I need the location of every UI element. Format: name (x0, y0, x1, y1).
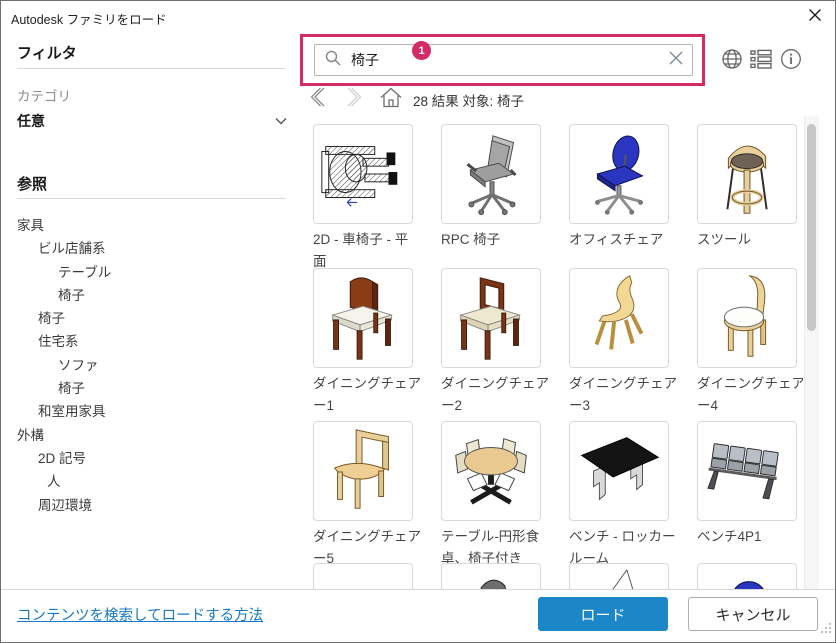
tree-item-hito[interactable]: 人 (1, 470, 301, 493)
family-card-label: 2D - 車椅子 - 平面 (313, 232, 409, 269)
cancel-button[interactable]: キャンセル (688, 597, 818, 631)
load-button[interactable]: ロード (538, 597, 668, 631)
family-card-dining-5[interactable]: ダイニングチェアー5 (313, 421, 421, 570)
home-icon (380, 87, 402, 113)
tree-item-table[interactable]: テーブル (1, 261, 301, 284)
resize-grip-icon[interactable] (820, 621, 832, 639)
back-button[interactable] (309, 87, 326, 112)
results-grid: 2D - 車椅子 - 平面 RPC 椅子 オフィスチェア スツール ダイニングチ… (306, 116, 803, 589)
forward-button[interactable] (346, 87, 363, 112)
filter-header: フィルタ (17, 45, 77, 62)
chevron-right-icon (346, 87, 363, 112)
family-card-bench-locker[interactable]: ベンチ - ロッカールーム (569, 421, 676, 570)
category-label: カテゴリ (17, 89, 71, 104)
globe-icon (720, 47, 744, 76)
chevron-down-icon (275, 112, 287, 130)
help-link[interactable]: コンテンツを検索してロードする方法 (17, 604, 263, 625)
family-card-dining-2[interactable]: ダイニングチェアー2 (441, 268, 549, 417)
tree-item-gaikou[interactable]: 外構 (1, 424, 301, 447)
family-card-office-chair[interactable]: オフィスチェア (569, 124, 669, 273)
search-input[interactable] (349, 51, 669, 69)
tree-item-washitsu[interactable]: 和室用家具 (1, 400, 301, 423)
family-card-label: ベンチ4P1 (697, 529, 762, 544)
family-card-stool[interactable]: スツール (697, 124, 797, 273)
thumb-dining-chair-5 (313, 421, 413, 521)
divider (17, 198, 286, 199)
tree-item-isu-3[interactable]: 椅子 (1, 377, 301, 400)
thumb-bar-stool (697, 124, 797, 224)
thumb-blue-office-chair (569, 124, 669, 224)
tree-item-sofa[interactable]: ソファ (1, 354, 301, 377)
thumb-dining-chair-2 (441, 268, 541, 368)
family-card-label: ダイニングチェアー2 (441, 376, 549, 413)
tree-item-shuhen[interactable]: 周辺環境 (1, 494, 301, 517)
close-icon (808, 8, 822, 27)
close-button[interactable] (803, 5, 827, 29)
thumb-bench-4p1 (697, 421, 797, 521)
family-card-partial-1[interactable] (313, 563, 413, 589)
footer-divider (1, 589, 835, 590)
thumb-wheelchair-2d-plan (313, 124, 413, 224)
family-card-label: ダイニングチェアー3 (569, 376, 677, 413)
tree-item-kagu[interactable]: 家具 (1, 214, 301, 237)
category-tree: 家具 ビル店舗系 テーブル 椅子 椅子 住宅系 ソファ 椅子 和室用家具 外構 … (1, 214, 301, 517)
info-icon (780, 48, 802, 75)
tree-item-isu-2[interactable]: 椅子 (1, 307, 301, 330)
results-summary: 28 結果 対象: 椅子 (413, 94, 525, 109)
thumb-partial-blue-chair (697, 563, 797, 589)
family-card-partial-3[interactable] (569, 563, 669, 589)
family-card-label: ダイニングチェアー1 (313, 376, 421, 413)
family-card-round-table[interactable]: テーブル-円形食卓、椅子付き (441, 421, 541, 570)
list-view-icon (750, 49, 772, 74)
thumb-partial-gray-chair (441, 563, 541, 589)
search-box[interactable] (314, 44, 693, 76)
family-card-partial-2[interactable] (441, 563, 541, 589)
annotation-badge: 1 (412, 41, 431, 60)
family-card-dining-4[interactable]: ダイニングチェアー4 (697, 268, 803, 417)
dialog-title: Autodesk ファミリをロード (11, 13, 167, 27)
thumb-partial-wireframe (569, 563, 669, 589)
thumb-rpc-office-chair (441, 124, 541, 224)
family-card-label: スツール (697, 232, 751, 247)
family-card-label: ダイニングチェアー4 (697, 376, 803, 413)
thumb-partial-blank (313, 563, 413, 589)
chevron-left-icon (309, 87, 326, 112)
family-card-label: RPC 椅子 (441, 232, 501, 247)
category-dropdown-value: 任意 (17, 113, 45, 129)
results-row-1: 2D - 車椅子 - 平面 RPC 椅子 オフィスチェア スツール (313, 124, 797, 273)
tree-item-jutaku[interactable]: 住宅系 (1, 330, 301, 353)
tree-item-2d-kigou[interactable]: 2D 記号 (1, 447, 301, 470)
tree-item-biru-tenpo[interactable]: ビル店舗系 (1, 237, 301, 260)
family-card-partial-4[interactable] (697, 563, 797, 589)
home-button[interactable] (380, 87, 402, 113)
results-row-2: ダイニングチェアー1 ダイニングチェアー2 ダイニングチェアー3 ダイニングチェ… (313, 268, 803, 417)
family-card-bench-4p1[interactable]: ベンチ4P1 (697, 421, 797, 570)
family-card-rpc-chair[interactable]: RPC 椅子 (441, 124, 541, 273)
thumb-dining-chair-4 (697, 268, 797, 368)
thumb-locker-room-bench (569, 421, 669, 521)
magnifier-icon (324, 49, 342, 72)
x-clear-icon[interactable] (669, 51, 683, 70)
browse-header: 参照 (17, 176, 48, 193)
family-card-dining-3[interactable]: ダイニングチェアー3 (569, 268, 677, 417)
results-row-3: ダイニングチェアー5 テーブル-円形食卓、椅子付き ベンチ - ロッカールーム … (313, 421, 797, 570)
family-card-label: オフィスチェア (569, 232, 664, 247)
thumb-dining-chair-1 (313, 268, 413, 368)
tree-item-isu-1[interactable]: 椅子 (1, 284, 301, 307)
list-view-button[interactable] (748, 49, 774, 74)
family-card-dining-1[interactable]: ダイニングチェアー1 (313, 268, 421, 417)
info-button[interactable] (778, 49, 804, 74)
family-card-wheelchair-2d[interactable]: 2D - 車椅子 - 平面 (313, 124, 413, 273)
category-dropdown[interactable]: 任意 (17, 109, 287, 133)
globe-button[interactable] (719, 49, 745, 74)
results-row-4-partial (313, 563, 797, 589)
thumb-round-table-with-chairs (441, 421, 541, 521)
scrollbar-thumb[interactable] (807, 124, 816, 331)
load-autodesk-family-dialog: Autodesk ファミリをロード フィルタ カテゴリ 任意 参照 家具 ビル店… (0, 0, 836, 643)
thumb-dining-chair-3 (569, 268, 669, 368)
divider (17, 68, 286, 69)
